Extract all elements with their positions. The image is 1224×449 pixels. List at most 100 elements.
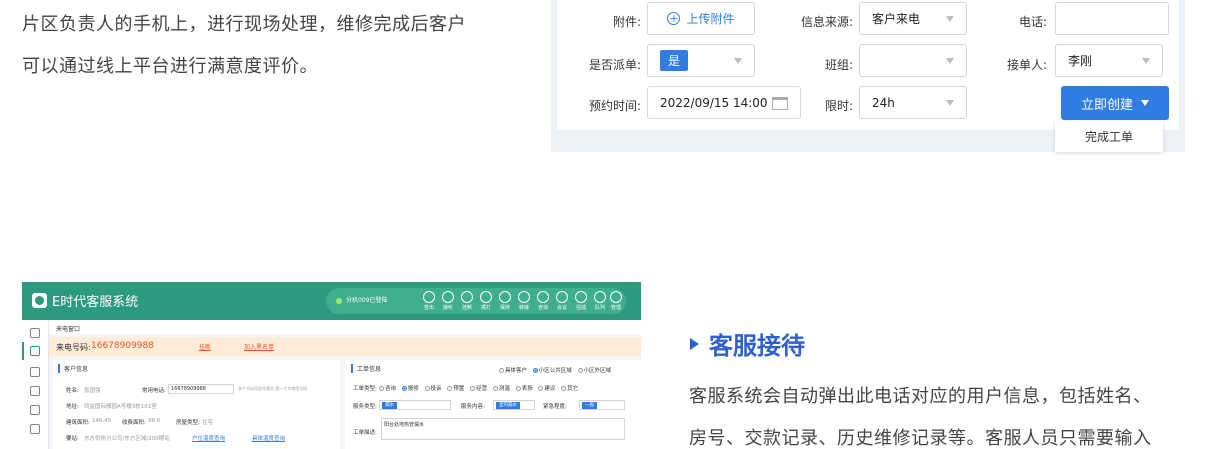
feature-title-text: 客服接待 — [709, 332, 805, 360]
detail-temperature-link[interactable]: 具体温度查询 — [252, 434, 285, 442]
area-label: 建筑面积: — [66, 420, 90, 426]
name-value: 张国强 — [84, 388, 101, 394]
area-value: 146.45 — [92, 418, 112, 424]
team-select[interactable] — [859, 44, 967, 77]
receiver-select[interactable]: 李刚 — [1055, 44, 1163, 77]
app-header: E时代客服系统 分机009已登陆 签出 接听 挂断 拨打 保持 转接 咨询 会议… — [22, 282, 641, 320]
hangup-icon — [461, 291, 473, 303]
dispatch-value: 是 — [660, 50, 689, 71]
document-icon[interactable] — [30, 367, 40, 377]
customer-info-title: 客户信息 — [58, 364, 88, 373]
intro-text: 片区负责人的手机上，进行现场处理，维修完成后客户 可以通过线上平台进行满意度评价… — [22, 4, 542, 88]
toolbar-manage-button[interactable]: 管理 — [605, 290, 627, 312]
upload-label: 上传附件 — [686, 12, 735, 26]
incoming-call-bar: 来电号码: 16678909988 挂断 加入黑名单 — [49, 337, 641, 356]
receiver-value: 李刚 — [1068, 54, 1093, 68]
tab-strip: 来电窗口 — [49, 320, 641, 334]
appointment-value: 2022/09/15 14:00 — [660, 95, 768, 110]
attachment-label: 附件: — [612, 15, 641, 29]
hangup-link[interactable]: 挂断 — [199, 342, 211, 351]
order-form-panel: 附件: + 上传附件 信息来源: 客户来电 电话: 是否派单: 是 班组: 接单… — [551, 0, 1185, 152]
service-type-value: 漏水 — [382, 402, 397, 409]
feature-title: 客服接待 — [690, 326, 805, 361]
settings-icon[interactable] — [30, 424, 40, 434]
house-type-value: 住宅 — [202, 420, 214, 426]
bell-icon[interactable] — [30, 405, 40, 415]
list-icon[interactable] — [30, 386, 40, 396]
source-value: 客户来电 — [872, 12, 921, 26]
urgency-label: 紧急程度: — [543, 404, 567, 410]
extension-status: 分机009已登陆 — [346, 297, 388, 304]
station-value: 东方供热分公司/东方区域/200期站 — [84, 436, 170, 442]
triangle-right-icon — [690, 337, 699, 350]
ticket-type-label: 工单类型: — [353, 386, 377, 392]
feature-line-1: 客服系统会自动弹出此电话对应的用户信息，包括姓名、 — [689, 386, 1152, 407]
chevron-down-icon — [946, 16, 954, 22]
app-sidebar — [22, 320, 49, 449]
radio-icon — [499, 368, 504, 373]
address-label: 地址: — [66, 404, 79, 410]
meeting-icon — [556, 291, 568, 303]
consult-icon — [537, 291, 549, 303]
app-title: E时代客服系统 — [52, 295, 139, 310]
radio-selected-icon — [532, 368, 538, 373]
receiver-label: 接单人: — [1006, 58, 1047, 72]
customer-service-app: E时代客服系统 分机009已登陆 签出 接听 挂断 拨打 保持 转接 咨询 会议… — [22, 282, 641, 449]
ticket-type-radio-group[interactable]: 咨询 报修 投诉 预置 经营 测温 表扬 建议 其它 — [375, 384, 578, 392]
add-blacklist-link[interactable]: 加入黑名单 — [244, 342, 274, 351]
app-main: 来电窗口 来电号码: 16678909988 挂断 加入黑名单 客户信息 姓名:… — [49, 320, 641, 449]
team-label: 班组: — [824, 58, 853, 72]
service-content-label: 服务内容: — [461, 404, 485, 410]
fee-area-label: 收费面积: — [122, 420, 146, 426]
call-number-label: 来电号码: — [56, 343, 91, 352]
dropdown-option-complete[interactable]: 完成工单 — [1055, 121, 1163, 152]
dropdown-option-label: 完成工单 — [1084, 130, 1133, 144]
user-icon[interactable] — [30, 346, 40, 356]
tab-incoming-call[interactable]: 来电窗口 — [56, 324, 80, 333]
limit-select[interactable]: 24h — [859, 86, 967, 119]
unit-temperature-link[interactable]: 户位温度查询 — [192, 434, 225, 442]
phone-label: 电话: — [1018, 15, 1047, 29]
sidebar-active-indicator — [22, 342, 24, 360]
home-icon[interactable] — [30, 328, 40, 338]
barge-icon — [575, 291, 587, 303]
fee-area-value: 98.6 — [148, 418, 161, 424]
dispatch-label: 是否派单: — [588, 58, 641, 72]
order-form: 附件: + 上传附件 信息来源: 客户来电 电话: 是否派单: 是 班组: 接单… — [557, 0, 1179, 130]
radio-icon — [577, 368, 583, 373]
customer-info-card: 客户信息 姓名: 张国强 常用电话: 16678909988 多个号码用逗号隔开… — [52, 360, 340, 449]
plus-icon: + — [667, 12, 681, 25]
headset-icon — [442, 291, 454, 303]
ticket-info-card: 工单信息 具体客户 小区公共区域 小区外区域 工单类型: 咨询 报修 投诉 预置… — [345, 360, 641, 449]
gear-icon — [610, 291, 622, 303]
service-type-label: 服务类型: — [353, 404, 377, 410]
station-label: 要站: — [66, 436, 79, 442]
chevron-down-icon — [1142, 58, 1150, 64]
create-button-label: 立即创建 — [1080, 97, 1133, 113]
phone-input[interactable] — [1055, 2, 1169, 35]
phone-hint: 多个号码用逗号隔开,第一个为常用号码 — [238, 386, 308, 391]
scope-radio-group[interactable]: 具体客户 小区公共区域 小区外区域 — [495, 366, 611, 374]
ticket-desc-textarea[interactable]: 阳台处地热管漏水 — [381, 418, 625, 440]
dispatch-select[interactable]: 是 — [647, 44, 755, 77]
app-logo-icon — [32, 293, 47, 308]
chevron-down-icon — [946, 100, 954, 106]
phone-icon — [423, 291, 435, 303]
ticket-desc-label: 工单描述: — [353, 430, 377, 436]
feature-line-2: 房号、交款记录、历史维修记录等。客服人员只需要输入 — [689, 428, 1152, 449]
status-dot-icon — [336, 298, 342, 304]
upload-attachment-button[interactable]: + 上传附件 — [647, 2, 755, 35]
source-select[interactable]: 客户来电 — [859, 2, 967, 35]
address-value: 同益国际雅园A号楼3栋101室 — [84, 404, 157, 410]
urgency-value: 一般 — [582, 402, 597, 409]
create-button[interactable]: 立即创建 — [1061, 86, 1169, 120]
feature-description: 客服系统会自动弹出此电话对应的用户信息，包括姓名、 房号、交款记录、历史维修记录… — [689, 376, 1199, 449]
name-label: 姓名: — [66, 388, 79, 394]
call-number: 16678909988 — [91, 341, 154, 351]
common-phone-input[interactable]: 16678909988 — [168, 384, 234, 394]
intro-line-2: 可以通过线上平台进行满意度评价。 — [22, 56, 318, 77]
phone-toolbar: 分机009已登陆 签出 接听 挂断 拨打 保持 转接 咨询 会议 强插 队列 管… — [326, 288, 626, 314]
service-content-value: 室内漏水 — [496, 402, 520, 409]
chevron-down-icon — [734, 58, 742, 64]
common-phone-label: 常用电话: — [142, 388, 166, 394]
